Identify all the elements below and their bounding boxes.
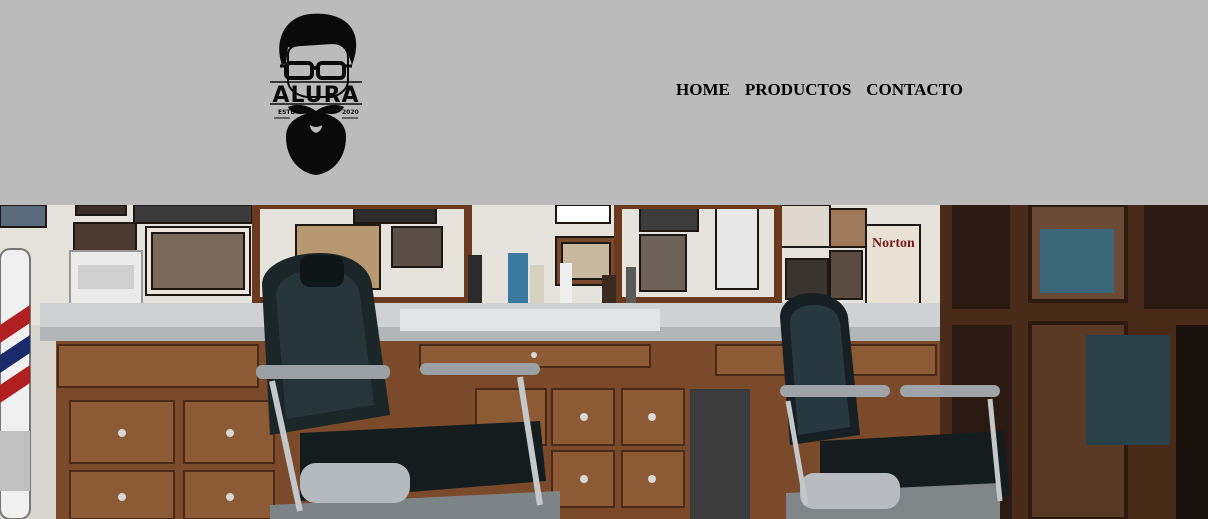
logo-estd-text: ESTD bbox=[278, 109, 296, 116]
nav-link-home[interactable]: HOME bbox=[676, 80, 730, 100]
alura-logo[interactable]: ALURA ESTD 2020 bbox=[266, 11, 366, 177]
barbershop-banner-image: Norton bbox=[0, 205, 1208, 519]
barber-logo-icon: ALURA ESTD 2020 bbox=[270, 13, 362, 175]
logo-year-text: 2020 bbox=[342, 109, 359, 116]
main-nav: HOME PRODUCTOS CONTACTO bbox=[676, 80, 963, 100]
site-header: ALURA ESTD 2020 HOME PRODUCTOS CONTACTO bbox=[0, 0, 1208, 205]
logo-brand-text: ALURA bbox=[272, 83, 359, 108]
norton-sign-text: Norton bbox=[872, 236, 915, 251]
barber-pole bbox=[0, 248, 31, 519]
barbershop-photo: Norton bbox=[0, 205, 1208, 519]
nav-link-contacto[interactable]: CONTACTO bbox=[866, 80, 963, 100]
nav-link-productos[interactable]: PRODUCTOS bbox=[745, 80, 851, 100]
